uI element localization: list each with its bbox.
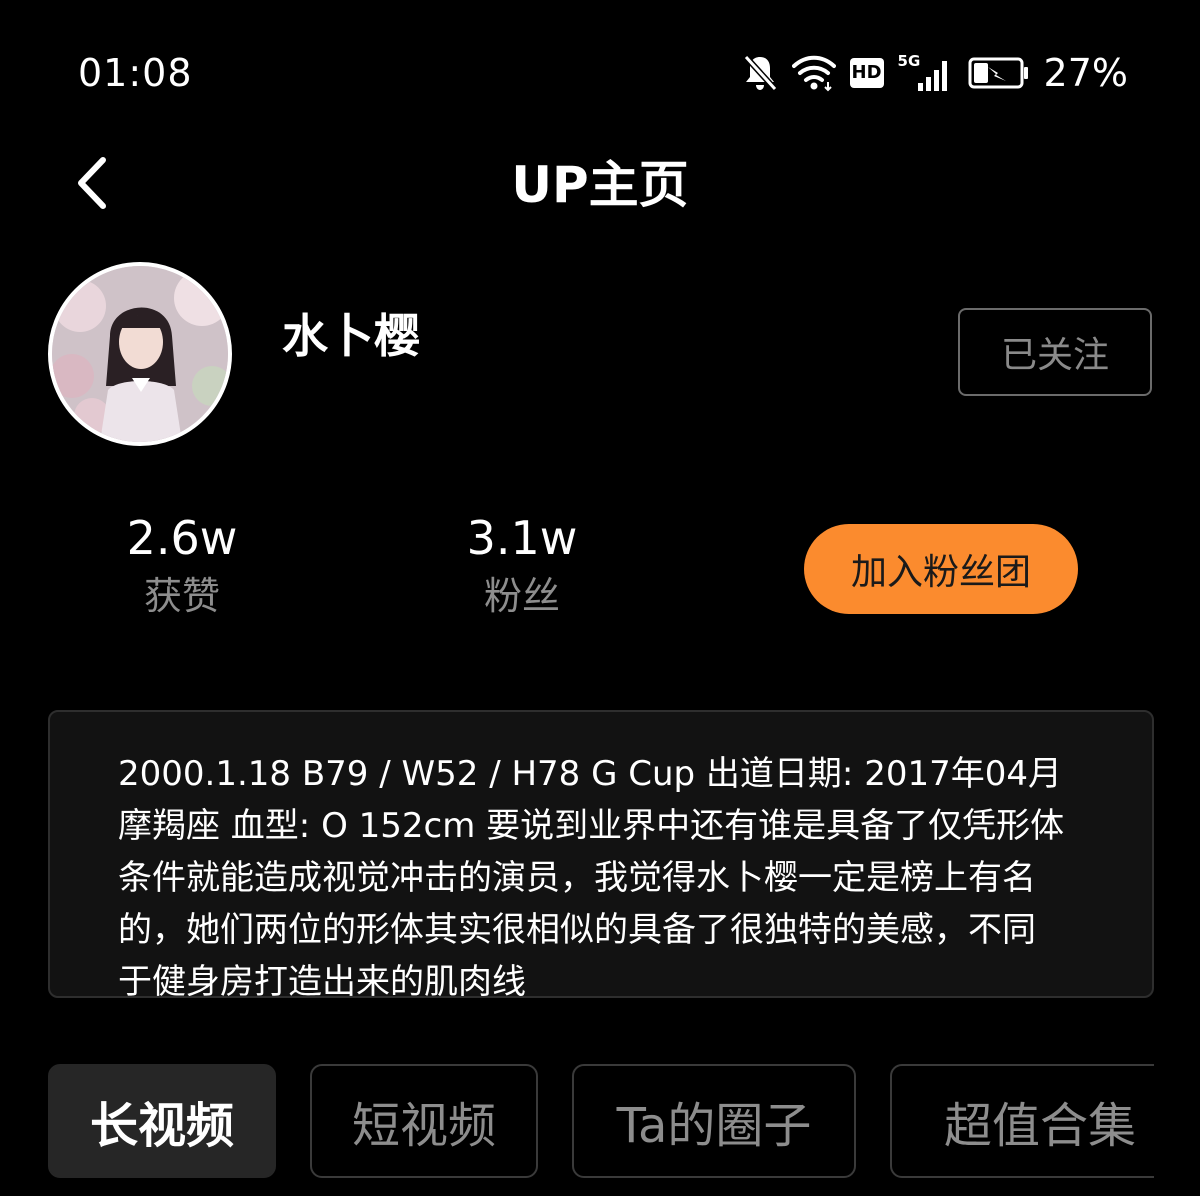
likes-stat: 2.6w 获赞 [62, 508, 302, 624]
avatar-photo [52, 266, 228, 442]
status-bar: 01:08 HD 5G 27% [0, 0, 1200, 140]
status-time: 01:08 [78, 51, 193, 95]
hd-label: HD [851, 62, 882, 83]
fans-stat[interactable]: 3.1w 粉丝 [402, 508, 642, 624]
battery-percent: 27% [1043, 51, 1128, 95]
follow-button[interactable]: 已关注 [958, 308, 1152, 396]
fans-value: 3.1w [466, 511, 578, 565]
hd-icon: HD [849, 58, 884, 88]
5g-signal-icon: 5G [898, 53, 954, 93]
tab-circle[interactable]: Ta的圈子 [572, 1064, 856, 1178]
tab-short-video[interactable]: 短视频 [310, 1064, 538, 1178]
content-tabs: 长视频 短视频 Ta的圈子 超值合集 [48, 1064, 1154, 1180]
back-button[interactable] [56, 150, 126, 220]
tab-collections[interactable]: 超值合集 [890, 1064, 1154, 1178]
likes-value: 2.6w [126, 511, 238, 565]
chevron-left-icon [71, 156, 111, 214]
page-title: UP主页 [511, 156, 689, 214]
join-fan-club-button[interactable]: 加入粉丝团 [804, 524, 1078, 614]
status-icons: HD 5G 27% [742, 50, 1128, 96]
tab-long-video[interactable]: 长视频 [48, 1064, 276, 1178]
bell-off-icon [742, 53, 778, 93]
username: 水卜樱 [282, 309, 420, 363]
wifi-icon [791, 54, 836, 92]
avatar[interactable] [48, 262, 232, 446]
fans-label: 粉丝 [483, 574, 560, 618]
likes-label: 获赞 [143, 574, 220, 618]
bio-box[interactable]: 2000.1.18 B79 / W52 / H78 G Cup 出道日期: 20… [48, 710, 1154, 998]
battery-charging-icon [968, 57, 1030, 89]
bio-text: 2000.1.18 B79 / W52 / H78 G Cup 出道日期: 20… [118, 754, 1065, 998]
network-label: 5G [897, 52, 921, 70]
